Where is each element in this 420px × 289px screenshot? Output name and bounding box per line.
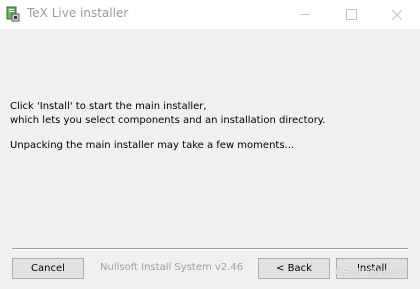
unpacking-note: Unpacking the main installer may take a …: [10, 140, 295, 151]
close-button[interactable]: [374, 0, 420, 29]
nsis-branding: Nullsoft Install System v2.46: [100, 262, 244, 273]
cancel-button[interactable]: Cancel: [12, 258, 84, 279]
maximize-icon: [345, 9, 357, 20]
back-button[interactable]: < Back: [258, 258, 330, 279]
maximize-button[interactable]: [328, 0, 374, 29]
close-icon: [392, 9, 402, 20]
watermark-text: CSDN @nouor: [335, 267, 406, 278]
installer-window: TeX Live installer Click 'Install' to st…: [0, 0, 420, 289]
minimize-icon: [300, 14, 310, 15]
minimize-button[interactable]: [282, 0, 328, 29]
instruction-text-line1: Click 'Install' to start the main instal…: [10, 101, 207, 112]
footer-separator: [12, 248, 408, 250]
instruction-text-line2: which lets you select components and an …: [10, 115, 326, 126]
installer-icon: [5, 6, 21, 22]
window-title: TeX Live installer: [27, 6, 129, 20]
content-area: Click 'Install' to start the main instal…: [0, 29, 420, 289]
title-bar[interactable]: TeX Live installer: [0, 0, 420, 29]
